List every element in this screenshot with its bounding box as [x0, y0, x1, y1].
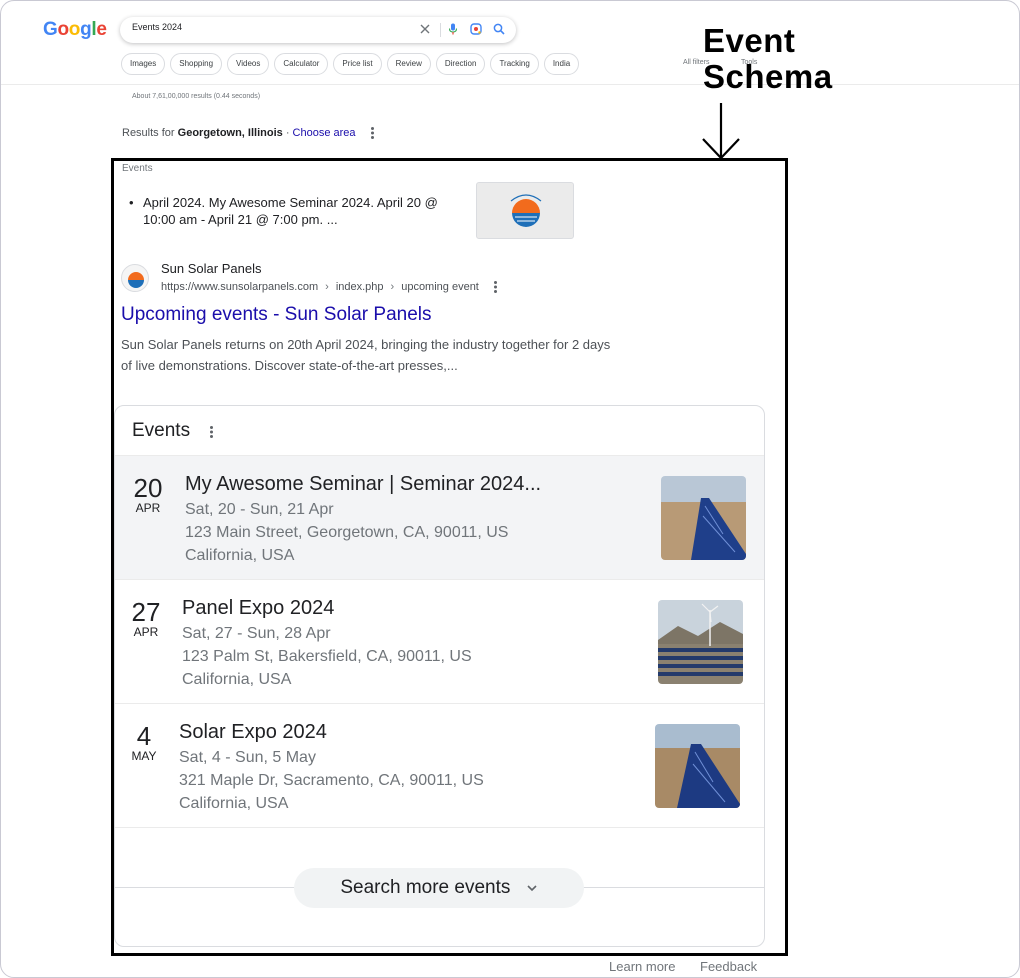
sun-solar-logo-icon: [510, 194, 542, 227]
breadcrumb-chevron-icon: ›: [325, 281, 329, 293]
chip-shopping[interactable]: Shopping: [170, 53, 223, 75]
down-arrow-icon: [702, 103, 740, 160]
event-row[interactable]: 27 APR Panel Expo 2024 Sat, 27 - Sun, 28…: [115, 579, 764, 703]
more-options-icon[interactable]: [370, 127, 374, 139]
snippet-event-item[interactable]: April 2024. My Awesome Seminar 2024. Apr…: [129, 194, 461, 228]
event-dates: Sat, 4 - Sun, 5 May: [179, 749, 316, 766]
search-input[interactable]: [132, 22, 412, 32]
site-name[interactable]: Sun Solar Panels: [161, 261, 261, 276]
page-frame: Google Images Shopping Videos Calculator…: [0, 0, 1020, 978]
chip-review[interactable]: Review: [386, 53, 431, 75]
solar-panels-image-icon: [661, 476, 746, 560]
event-region: California, USA: [182, 671, 292, 688]
url-domain: https://www.sunsolarpanels.com: [161, 281, 319, 293]
event-region: California, USA: [185, 547, 295, 564]
search-more-events-button[interactable]: Search more events: [294, 868, 584, 908]
choose-area-link[interactable]: Choose area: [293, 127, 356, 139]
location-place: Georgetown, Illinois: [177, 127, 283, 139]
chip-calculator[interactable]: Calculator: [274, 53, 329, 75]
google-logo[interactable]: Google: [43, 19, 107, 41]
search-divider: [440, 23, 441, 37]
event-row[interactable]: 4 MAY Solar Expo 2024 Sat, 4 - Sun, 5 Ma…: [115, 703, 764, 827]
header-divider: [1, 84, 1019, 85]
event-row[interactable]: 20 APR My Awesome Seminar | Seminar 2024…: [115, 455, 764, 579]
chip-price-list[interactable]: Price list: [333, 53, 382, 75]
snippet-event-text: April 2024. My Awesome Seminar 2024. Apr…: [143, 195, 438, 227]
site-url[interactable]: https://www.sunsolarpanels.com › index.php…: [161, 281, 497, 293]
url-part: upcoming event: [401, 281, 479, 293]
event-name: My Awesome Seminar | Seminar 2024...: [185, 473, 542, 495]
event-month: MAY: [131, 749, 157, 763]
filter-chips: Images Shopping Videos Calculator Price …: [121, 53, 580, 75]
result-more-icon[interactable]: [493, 281, 497, 293]
event-day: 4: [136, 721, 152, 751]
breadcrumb-chevron-icon: ›: [390, 281, 395, 293]
result-stats: About 7,61,00,000 results (0.44 seconds): [132, 93, 261, 100]
event-schema-annotation: Event Schema: [703, 23, 833, 95]
chip-tracking[interactable]: Tracking: [490, 53, 539, 75]
event-day: 20: [133, 473, 163, 503]
chevron-down-icon: [527, 885, 537, 892]
logo-letter: G: [43, 19, 58, 40]
lens-icon[interactable]: [469, 22, 483, 36]
chip-images[interactable]: Images: [121, 53, 166, 75]
location-line: Results for Georgetown, Illinois · Choos…: [122, 127, 374, 139]
event-name: Solar Expo 2024: [179, 721, 327, 743]
snippet-events-label: Events: [122, 163, 153, 174]
sun-solar-logo-thumbnail[interactable]: [476, 182, 574, 239]
annotation-line-1: Event: [703, 22, 796, 59]
annotation-line-2: Schema: [703, 58, 833, 95]
event-thumbnail[interactable]: [658, 600, 743, 684]
clear-icon[interactable]: [418, 22, 432, 36]
event-month: APR: [133, 625, 159, 639]
feedback-link[interactable]: Feedback: [700, 959, 757, 974]
event-thumbnail[interactable]: [661, 476, 746, 560]
result-snippet: Sun Solar Panels returns on 20th April 2…: [121, 337, 611, 373]
logo-letter: o: [57, 19, 69, 40]
chip-india[interactable]: India: [543, 53, 580, 75]
wind-solar-farm-image-icon: [658, 600, 743, 684]
chip-videos[interactable]: Videos: [227, 53, 270, 75]
location-prefix: Results for: [122, 127, 178, 139]
logo-letter: g: [80, 19, 92, 40]
event-region: California, USA: [179, 795, 289, 812]
location-separator: ·: [282, 127, 293, 139]
site-favicon[interactable]: [121, 264, 149, 292]
event-dates: Sat, 20 - Sun, 21 Apr: [185, 501, 334, 518]
logo-letter: o: [68, 19, 81, 40]
logo-letter: e: [96, 19, 107, 40]
event-name: Panel Expo 2024: [182, 597, 335, 619]
chip-direction[interactable]: Direction: [435, 53, 486, 75]
events-more-icon[interactable]: [210, 426, 213, 438]
mic-icon[interactable]: [446, 22, 460, 36]
event-address: 123 Palm St, Bakersfield, CA, 90011, US: [182, 648, 472, 665]
url-part: index.php: [335, 281, 384, 293]
events-card-title: Events: [132, 420, 191, 441]
event-list-end: [115, 827, 764, 828]
event-thumbnail[interactable]: [655, 724, 740, 808]
event-address: 123 Main Street, Georgetown, CA, 90011, …: [185, 524, 509, 541]
events-card: Events 20 APR My Awesome Seminar | Semin…: [114, 405, 765, 947]
event-month: APR: [135, 501, 161, 515]
learn-more-link[interactable]: Learn more: [609, 959, 675, 974]
search-more-events-label: Search more events: [340, 877, 511, 898]
event-address: 321 Maple Dr, Sacramento, CA, 90011, US: [179, 772, 484, 789]
event-dates: Sat, 27 - Sun, 28 Apr: [182, 625, 331, 642]
search-icon[interactable]: [492, 22, 506, 36]
solar-panels-image-icon: [655, 724, 740, 808]
search-box[interactable]: [120, 17, 516, 43]
event-day: 27: [131, 597, 161, 627]
result-title-link[interactable]: Upcoming events - Sun Solar Panels: [121, 304, 432, 326]
